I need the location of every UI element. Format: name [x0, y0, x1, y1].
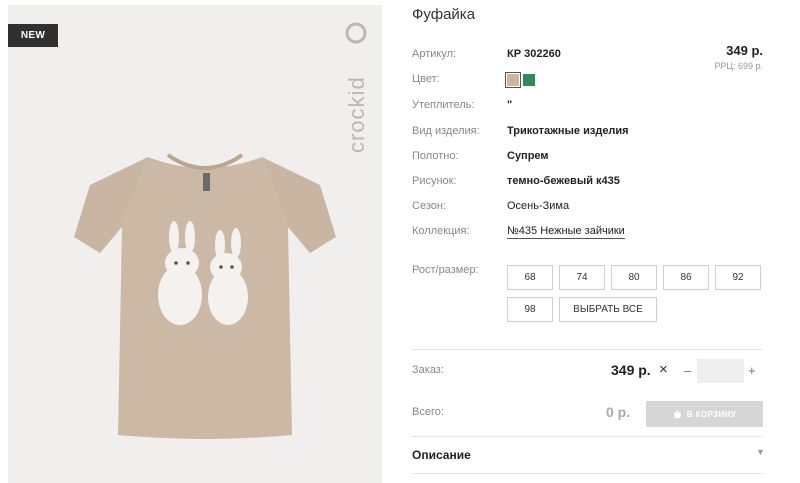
- collection-label: Коллекция:: [412, 225, 470, 237]
- cart-icon: [673, 410, 681, 418]
- divider: [412, 436, 763, 437]
- pattern-label: Рисунок:: [412, 175, 457, 187]
- size-button-92[interactable]: 92: [715, 265, 761, 290]
- insulation-label: Утеплитель:: [412, 99, 475, 111]
- size-button-86[interactable]: 86: [663, 265, 709, 290]
- product-type-label: Вид изделия:: [412, 125, 480, 137]
- product-type-value: Трикотажные изделия: [507, 125, 629, 137]
- article-value: КР 302260: [507, 48, 561, 60]
- size-button-98[interactable]: 98: [507, 297, 553, 322]
- size-label: Рост/размер:: [412, 264, 479, 276]
- insulation-value: ": [507, 99, 513, 111]
- color-swatch-green[interactable]: [523, 74, 535, 86]
- season-value: Осень-Зима: [507, 200, 570, 212]
- quantity-increment-button[interactable]: +: [748, 363, 756, 378]
- select-all-sizes-button[interactable]: ВЫБРАТЬ ВСЕ: [559, 297, 657, 322]
- product-price: 349 р.: [726, 43, 763, 58]
- description-toggle[interactable]: Описание: [412, 448, 471, 462]
- divider: [412, 349, 763, 350]
- fabric-label: Полотно:: [412, 150, 459, 162]
- article-label: Артикул:: [412, 48, 457, 60]
- quantity-input[interactable]: [697, 359, 744, 383]
- total-value: 0 р.: [606, 404, 631, 420]
- order-price: 349 р.: [611, 362, 651, 378]
- quantity-decrement-button[interactable]: –: [684, 363, 691, 378]
- add-to-cart-button[interactable]: В КОРЗИНУ: [646, 401, 763, 427]
- brand-logo-text: crockid: [344, 76, 369, 153]
- total-label: Всего:: [412, 406, 444, 418]
- tshirt-image: [74, 153, 336, 439]
- brand-logo: crockid: [344, 22, 369, 153]
- size-button-80[interactable]: 80: [611, 265, 657, 290]
- collection-link[interactable]: №435 Нежные зайчики: [507, 225, 625, 239]
- size-button-68[interactable]: 68: [507, 265, 553, 290]
- size-button-74[interactable]: 74: [559, 265, 605, 290]
- new-badge: NEW: [8, 24, 58, 47]
- pattern-value: темно-бежевый к435: [507, 175, 620, 187]
- season-label: Сезон:: [412, 200, 446, 212]
- divider: [412, 473, 763, 474]
- fabric-value: Супрем: [507, 150, 549, 162]
- recommended-retail-price: РРЦ: 699 р.: [714, 61, 763, 71]
- color-swatch-beige[interactable]: [505, 72, 521, 88]
- product-photo[interactable]: NEW crockid: [8, 5, 382, 483]
- multiply-icon: ×: [659, 361, 668, 378]
- product-title: Фуфайка: [412, 6, 476, 23]
- color-label: Цвет:: [412, 73, 440, 85]
- order-label: Заказ:: [412, 364, 444, 376]
- add-to-cart-label: В КОРЗИНУ: [686, 409, 737, 419]
- chevron-down-icon[interactable]: ▼: [756, 447, 765, 457]
